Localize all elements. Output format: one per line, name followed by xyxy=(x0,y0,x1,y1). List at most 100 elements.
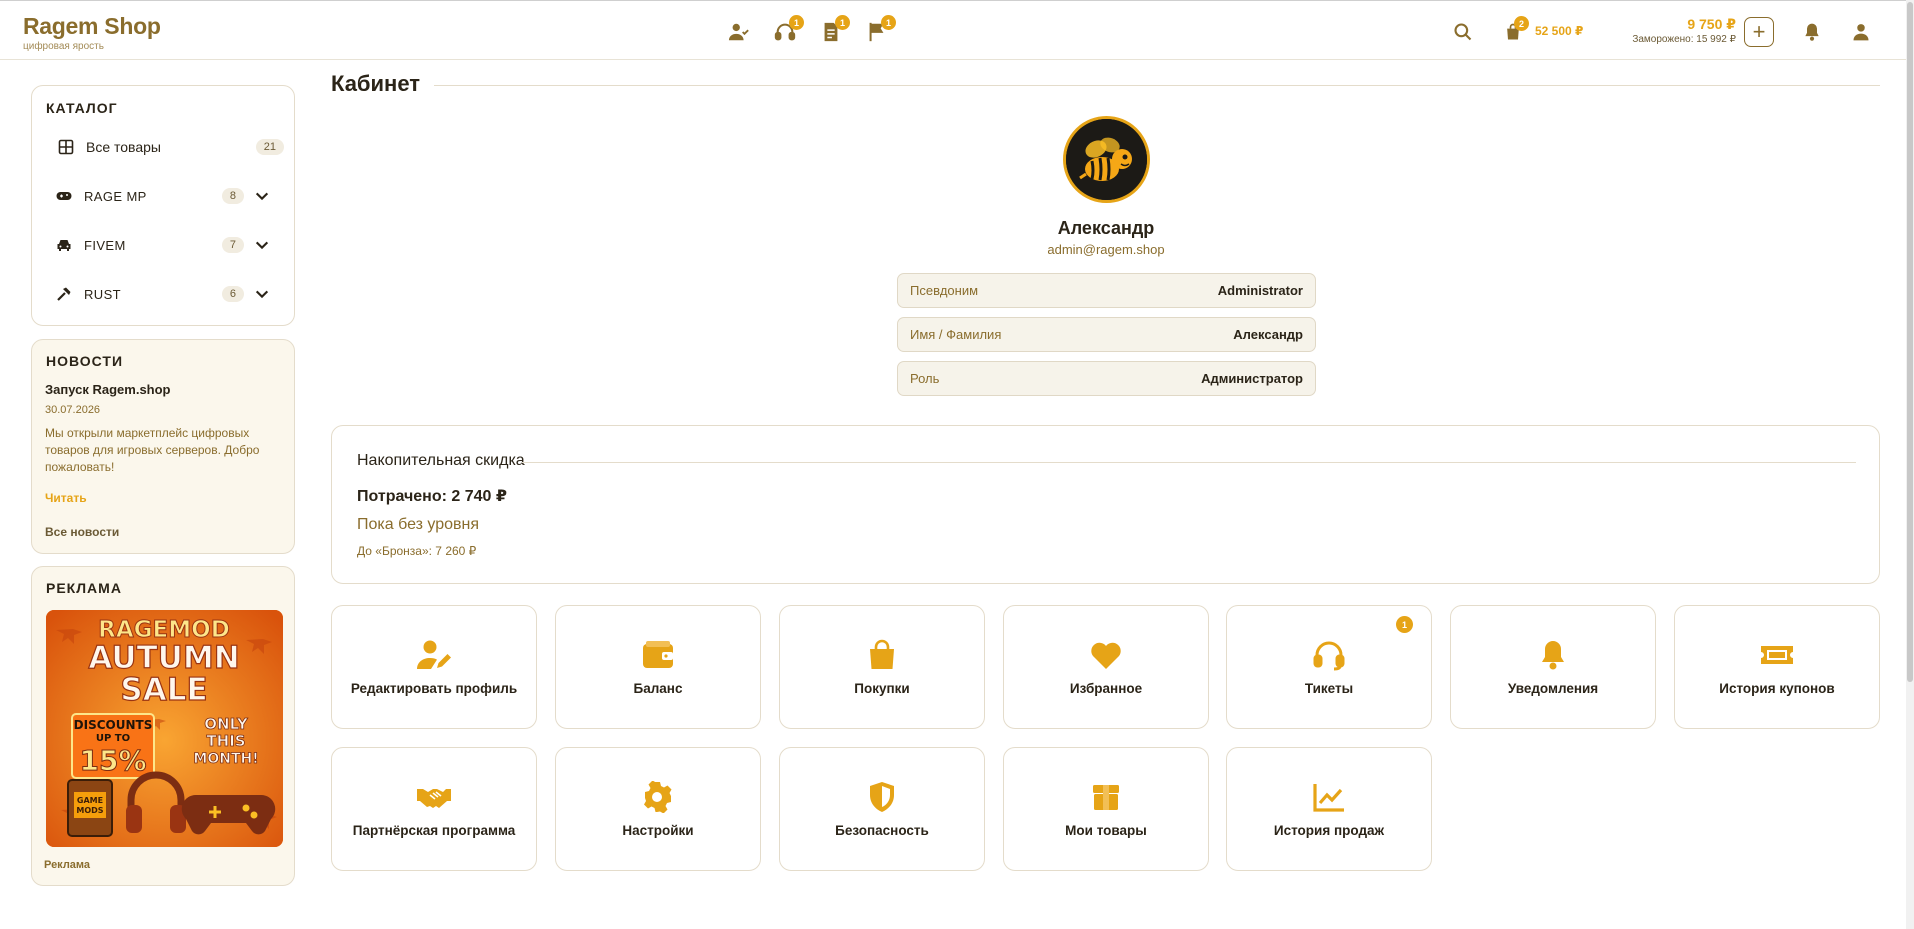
cart-badge: 2 xyxy=(1514,16,1529,31)
scrollbar-thumb[interactable] xyxy=(1907,2,1913,682)
document-badge: 1 xyxy=(835,15,850,30)
ad-panel: РЕКЛАМА RAGEMOD AUTUMN SALE DISCOUNTS UP… xyxy=(31,566,295,886)
discount-title: Накопительная скидка xyxy=(357,452,525,469)
profile-row-nickname: Псевдоним Administrator xyxy=(897,273,1316,308)
cart-icon[interactable]: 2 xyxy=(1499,16,1529,46)
catalog-item-rust[interactable]: RUST 6 xyxy=(56,282,282,306)
ad-img-disc2: UP TO xyxy=(96,733,130,744)
plus-icon: + xyxy=(1752,19,1766,44)
top-nav-icons: 1 1 1 xyxy=(725,15,896,46)
profile-row-value: Александр xyxy=(1233,327,1303,342)
tile-settings[interactable]: Настройки xyxy=(555,747,761,871)
ad-img-line3: SALE xyxy=(120,672,207,708)
tile-label: Баланс xyxy=(633,680,683,696)
discount-divider xyxy=(522,462,1856,463)
brand-tagline: цифровая ярость xyxy=(23,41,104,52)
ad-img-mods2: MODS xyxy=(76,806,103,815)
user-icon[interactable] xyxy=(1847,18,1875,46)
tile-label: Покупки xyxy=(854,680,910,696)
tile-balance[interactable]: Баланс xyxy=(555,605,761,729)
tile-label: История продаж xyxy=(1273,822,1385,838)
profile-row-role: Роль Администратор xyxy=(897,361,1316,396)
ad-img-only2: THIS xyxy=(206,732,245,750)
profile-row-key: Роль xyxy=(910,371,940,386)
balance-amount: 9 750 ₽ xyxy=(1687,16,1736,32)
catalog-item-fivem[interactable]: FIVEM 7 xyxy=(56,233,282,257)
profile-email: admin@ragem.shop xyxy=(1047,242,1165,257)
catalog-item-count: 6 xyxy=(221,286,244,302)
catalog-item-count: 21 xyxy=(255,139,284,155)
avatar[interactable] xyxy=(1063,116,1150,203)
catalog-item-count: 7 xyxy=(221,237,244,253)
news-title: НОВОСТИ xyxy=(46,353,124,369)
headset-icon[interactable]: 1 xyxy=(771,15,804,46)
tile-purchases[interactable]: Покупки xyxy=(779,605,985,729)
tile-my-products[interactable]: Мои товары xyxy=(1003,747,1209,871)
headset-icon xyxy=(1313,641,1345,670)
document-icon[interactable]: 1 xyxy=(817,15,850,46)
catalog-item-label: RUST xyxy=(84,286,121,302)
title-divider xyxy=(434,85,1880,86)
profile-row-key: Имя / Фамилия xyxy=(910,327,1002,342)
catalog-item-rage-mp[interactable]: RAGE MP 8 xyxy=(56,184,282,208)
discount-level: Пока без уровня xyxy=(357,516,480,533)
gamepad-icon xyxy=(56,192,72,200)
flag-badge: 1 xyxy=(881,15,896,30)
ad-img-mods1: GAME xyxy=(77,796,103,805)
gear-icon xyxy=(644,780,672,813)
tile-favorites[interactable]: Избранное xyxy=(1003,605,1209,729)
bell-icon xyxy=(1542,640,1564,669)
chart-line-icon xyxy=(1313,783,1344,812)
ad-banner[interactable]: RAGEMOD AUTUMN SALE DISCOUNTS UP TO 15% … xyxy=(46,610,283,847)
catalog-item-count: 8 xyxy=(221,188,244,204)
chevron-down-icon[interactable] xyxy=(254,237,270,253)
chevron-down-icon[interactable] xyxy=(254,286,270,302)
brand-logo[interactable]: Ragem Shop цифровая ярость xyxy=(23,13,161,52)
news-item-date: 30.07.2026 xyxy=(45,404,101,416)
tile-edit-profile[interactable]: Редактировать профиль xyxy=(331,605,537,729)
wallet-icon xyxy=(643,640,673,668)
tile-label: Настройки xyxy=(622,822,694,838)
catalog-panel: КАТАЛОГ Все товары 21 RAGE MP 8 FIVEM 7 … xyxy=(31,85,295,326)
catalog-item-all[interactable]: Все товары 21 xyxy=(58,135,284,159)
tile-notifications[interactable]: Уведомления xyxy=(1450,605,1656,729)
tile-tickets[interactable]: Тикеты 1 xyxy=(1226,605,1432,729)
profile-row-key: Псевдоним xyxy=(910,283,979,298)
news-item-title[interactable]: Запуск Ragem.shop xyxy=(45,382,171,397)
box-icon xyxy=(1093,784,1119,810)
bell-icon[interactable] xyxy=(1798,18,1826,46)
discount-spent: Потрачено: 2 740 ₽ xyxy=(357,488,507,505)
tile-security[interactable]: Безопасность xyxy=(779,747,985,871)
news-all-link[interactable]: Все новости xyxy=(45,525,119,539)
chevron-down-icon[interactable] xyxy=(254,188,270,204)
user-edit-icon xyxy=(417,640,451,669)
user-check-icon[interactable] xyxy=(725,18,753,46)
ad-img-only1: ONLY xyxy=(204,715,249,733)
catalog-title: КАТАЛОГ xyxy=(46,100,118,116)
shopping-bag-icon xyxy=(870,639,894,669)
search-icon[interactable] xyxy=(1449,18,1477,46)
tile-partner-program[interactable]: Партнёрская программа xyxy=(331,747,537,871)
tile-badge: 1 xyxy=(1396,616,1413,633)
tile-sales-history[interactable]: История продаж xyxy=(1226,747,1432,871)
catalog-item-label: Все товары xyxy=(86,139,161,155)
shield-icon xyxy=(870,781,894,812)
news-read-link[interactable]: Читать xyxy=(45,491,87,505)
ad-caption: Реклама xyxy=(44,859,91,871)
page-title: Кабинет xyxy=(331,71,421,96)
cart-total[interactable]: 52 500 ₽ xyxy=(1535,24,1583,38)
profile-name: Александр xyxy=(1057,218,1155,238)
headset-badge: 1 xyxy=(789,15,804,30)
flag-icon[interactable]: 1 xyxy=(863,15,896,46)
car-icon xyxy=(57,240,71,251)
tile-label: Безопасность xyxy=(835,822,929,838)
add-funds-button[interactable]: + xyxy=(1744,17,1774,47)
ad-img-line2: AUTUMN xyxy=(88,640,239,676)
scrollbar[interactable] xyxy=(1906,0,1914,929)
catalog-item-label: FIVEM xyxy=(84,237,126,253)
tile-coupon-history[interactable]: История купонов xyxy=(1674,605,1880,729)
ad-img-disc3: 15% xyxy=(79,744,146,777)
handshake-icon xyxy=(417,788,451,808)
balance-block[interactable]: 9 750 ₽ Заморожено: 15 992 ₽ xyxy=(1626,16,1736,45)
tile-label: Уведомления xyxy=(1507,680,1599,696)
